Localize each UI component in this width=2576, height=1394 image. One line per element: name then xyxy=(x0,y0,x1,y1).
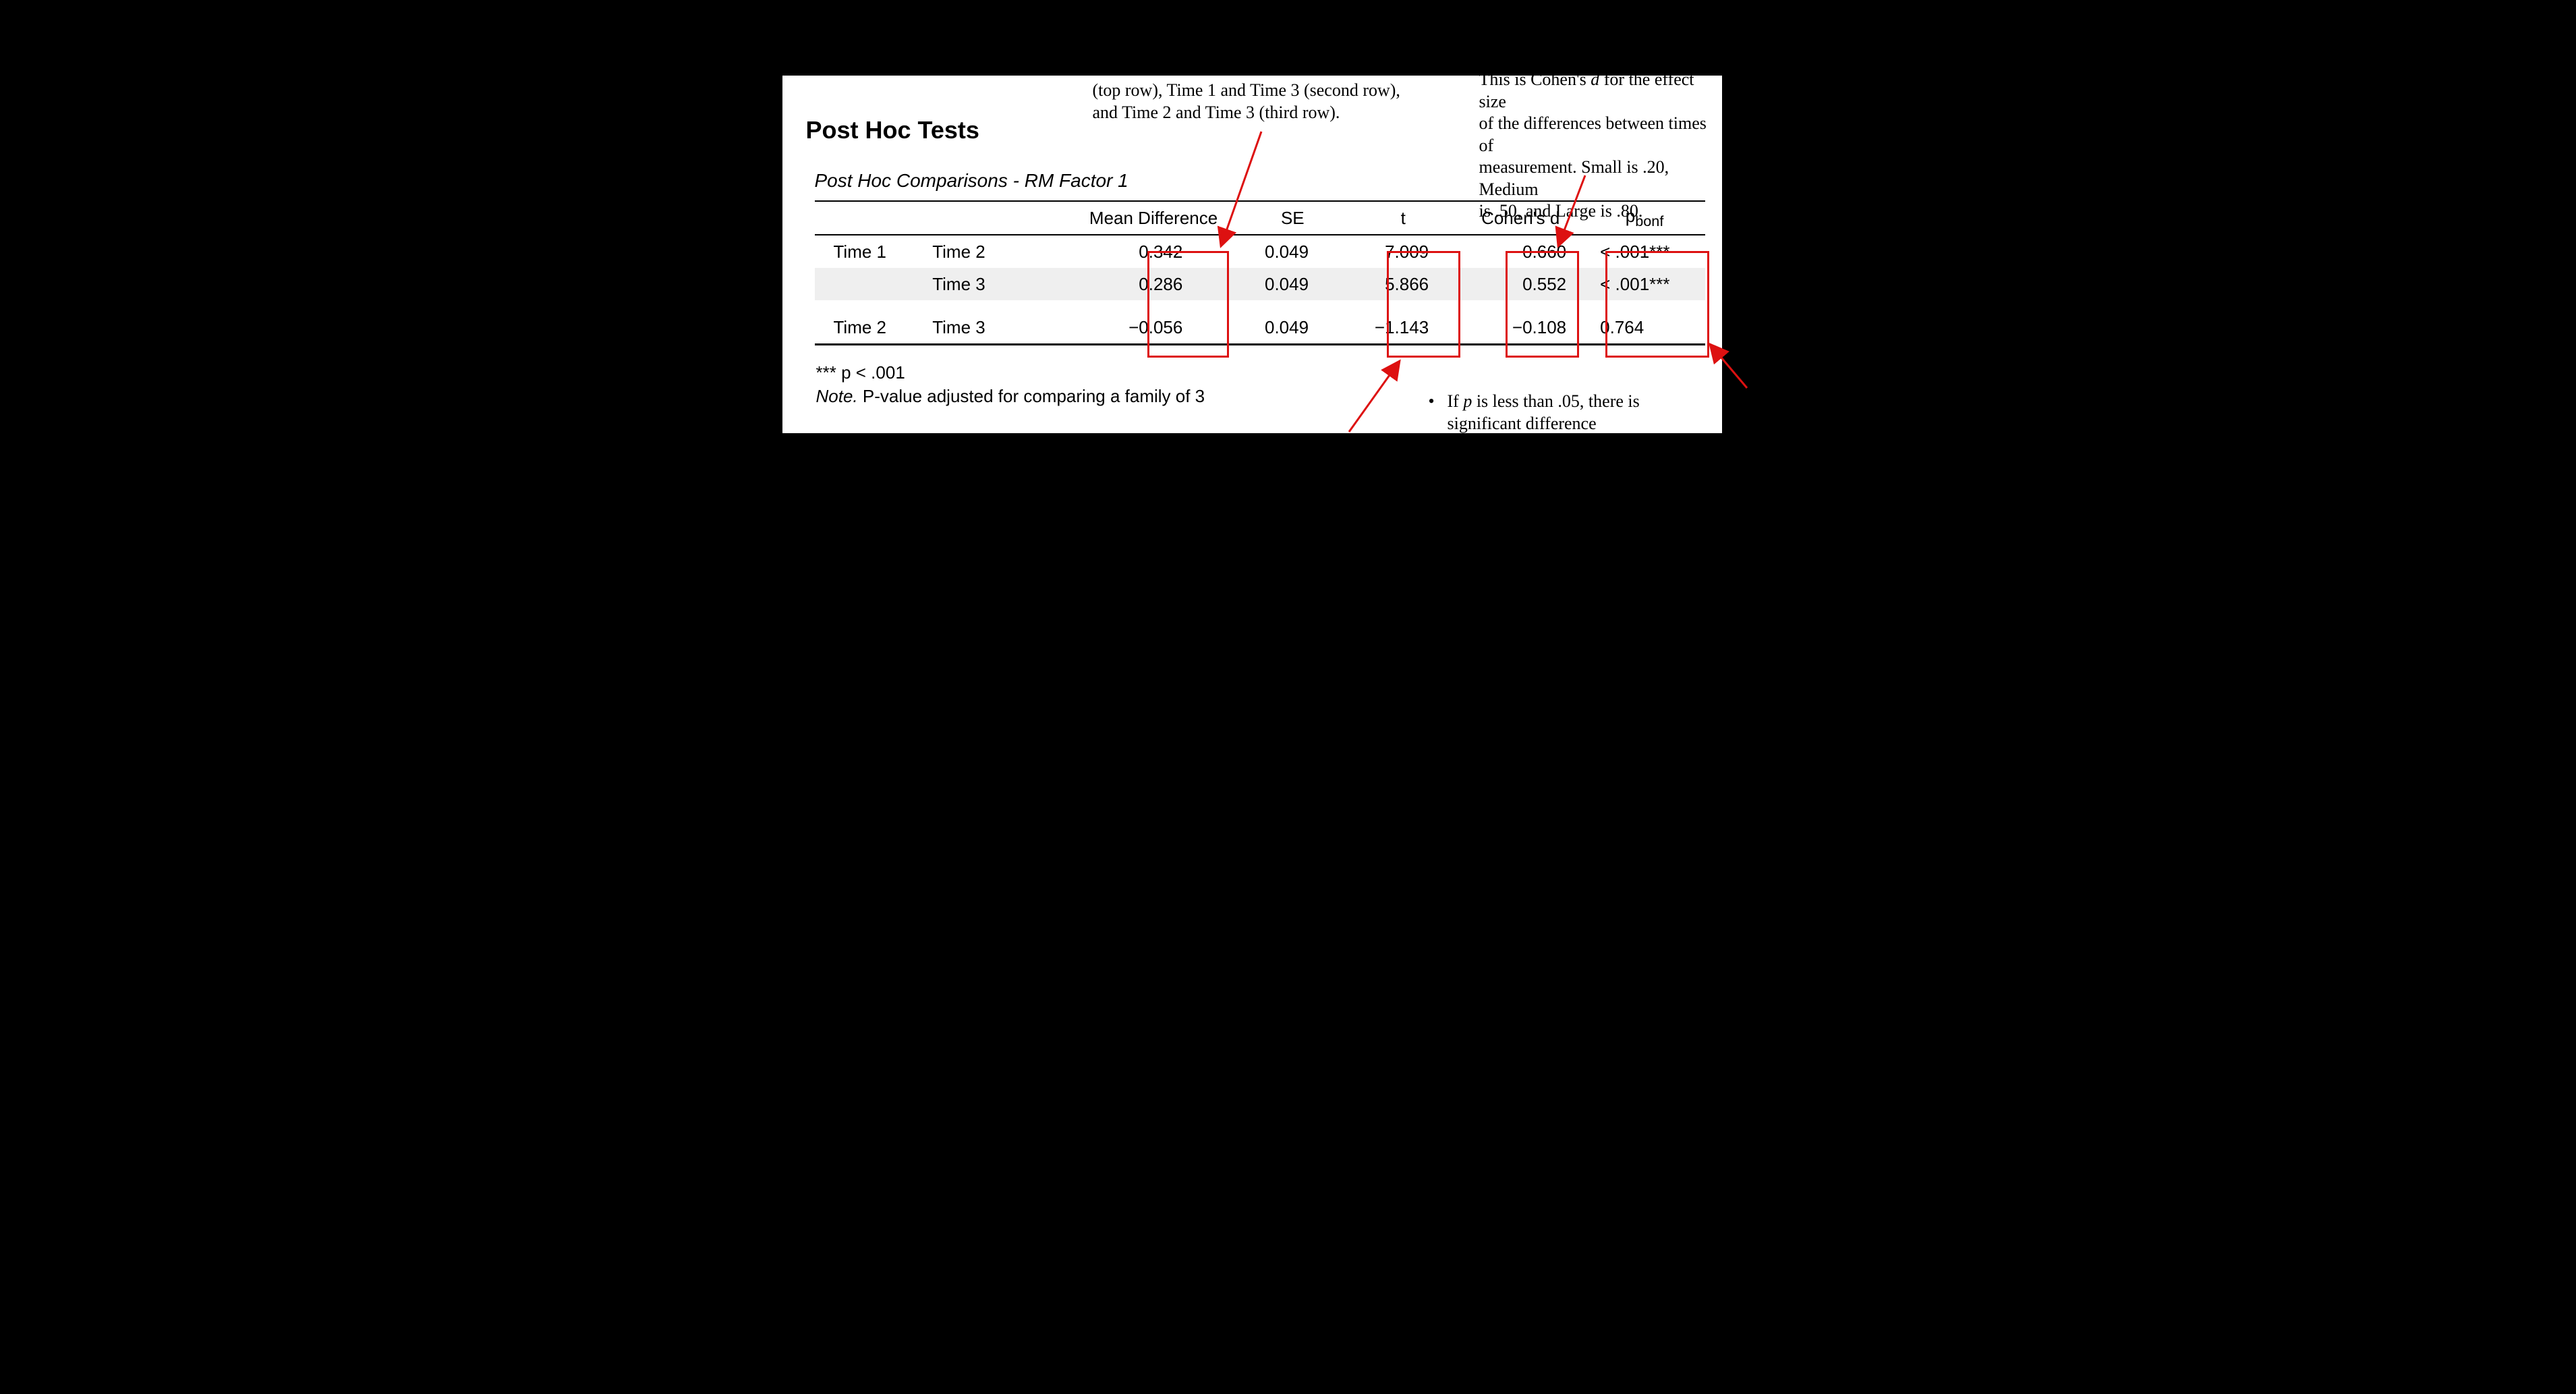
annotation-p-explainer: • If p is less than .05, there is signif… xyxy=(1429,391,1640,435)
group1: Time 1 xyxy=(815,242,933,262)
table-title: Post Hoc Comparisons - RM Factor 1 xyxy=(815,170,1128,192)
highlight-mean-diff xyxy=(1147,251,1229,358)
highlight-cohens-d xyxy=(1506,251,1579,358)
group2: Time 3 xyxy=(932,274,1040,295)
highlight-t xyxy=(1387,251,1460,358)
col-se: SE xyxy=(1236,208,1350,229)
highlight-pbonf xyxy=(1605,251,1709,358)
annotation-rows-explainer: (top row), Time 1 and Time 3 (second row… xyxy=(1093,80,1400,123)
group2: Time 2 xyxy=(932,242,1040,262)
group1: Time 2 xyxy=(815,317,933,338)
footnote-note: Note. P-value adjusted for comparing a f… xyxy=(816,386,1205,407)
col-t: t xyxy=(1350,208,1457,229)
group2: Time 3 xyxy=(932,317,1040,338)
stage: Post Hoc Tests Post Hoc Comparisons - RM… xyxy=(782,0,1794,540)
footnote-significance: *** p < .001 xyxy=(816,362,905,383)
col-mean-difference: Mean Difference xyxy=(1071,208,1236,229)
document-page: Post Hoc Tests Post Hoc Comparisons - RM… xyxy=(782,76,1722,433)
annotation-cohens-d-explainer: This is Cohen's d for the effect size of… xyxy=(1479,69,1722,223)
section-title: Post Hoc Tests xyxy=(806,116,979,144)
